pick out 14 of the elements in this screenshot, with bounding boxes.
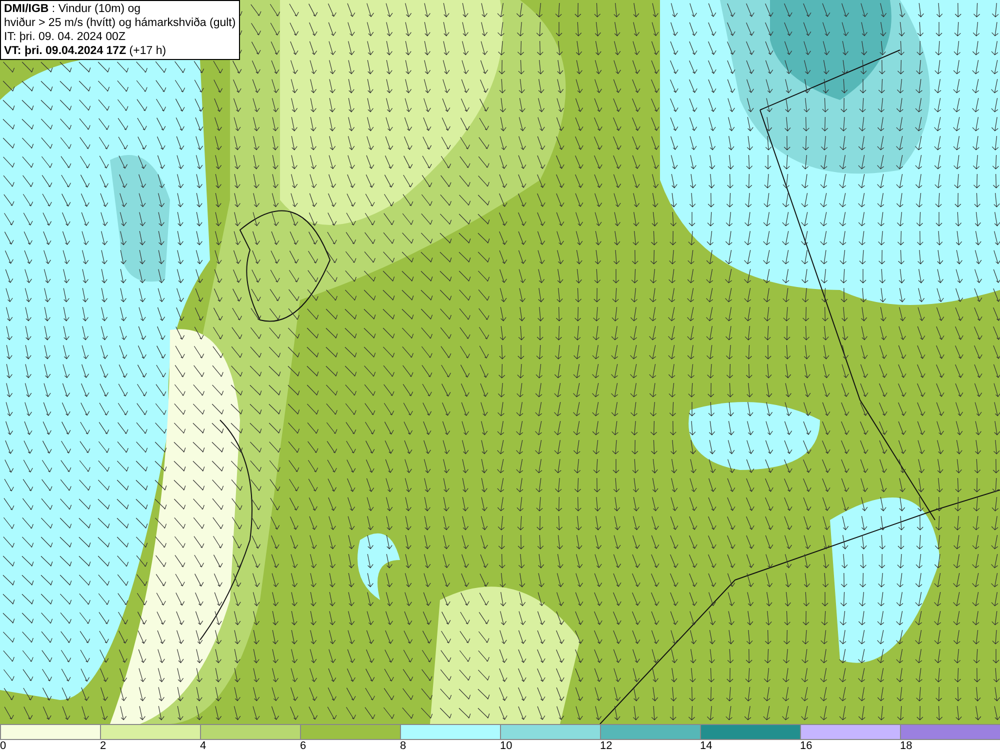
legend-label: 12 xyxy=(600,740,612,753)
legend-label: 6 xyxy=(300,740,306,753)
legend-label: 14 xyxy=(700,740,712,753)
info-text: DMI/IGB : Vindur (10m) og xyxy=(4,2,142,16)
legend-label: 0 xyxy=(0,740,6,753)
legend-label: 8 xyxy=(400,740,406,753)
info-text: VT: þri. 09.04.2024 17Z (+17 h) xyxy=(4,44,168,58)
info-text: IT: þri. 09. 04. 2024 00Z xyxy=(4,30,126,44)
legend-label: 18 xyxy=(900,740,912,753)
legend-label: 4 xyxy=(200,740,206,753)
legend-label: 10 xyxy=(500,740,512,753)
legend-label: 16 xyxy=(800,740,812,753)
legend-label: 2 xyxy=(100,740,106,753)
info-text: hviður > 25 m/s (hvítt) og hámarkshviða (gult) xyxy=(4,16,236,30)
